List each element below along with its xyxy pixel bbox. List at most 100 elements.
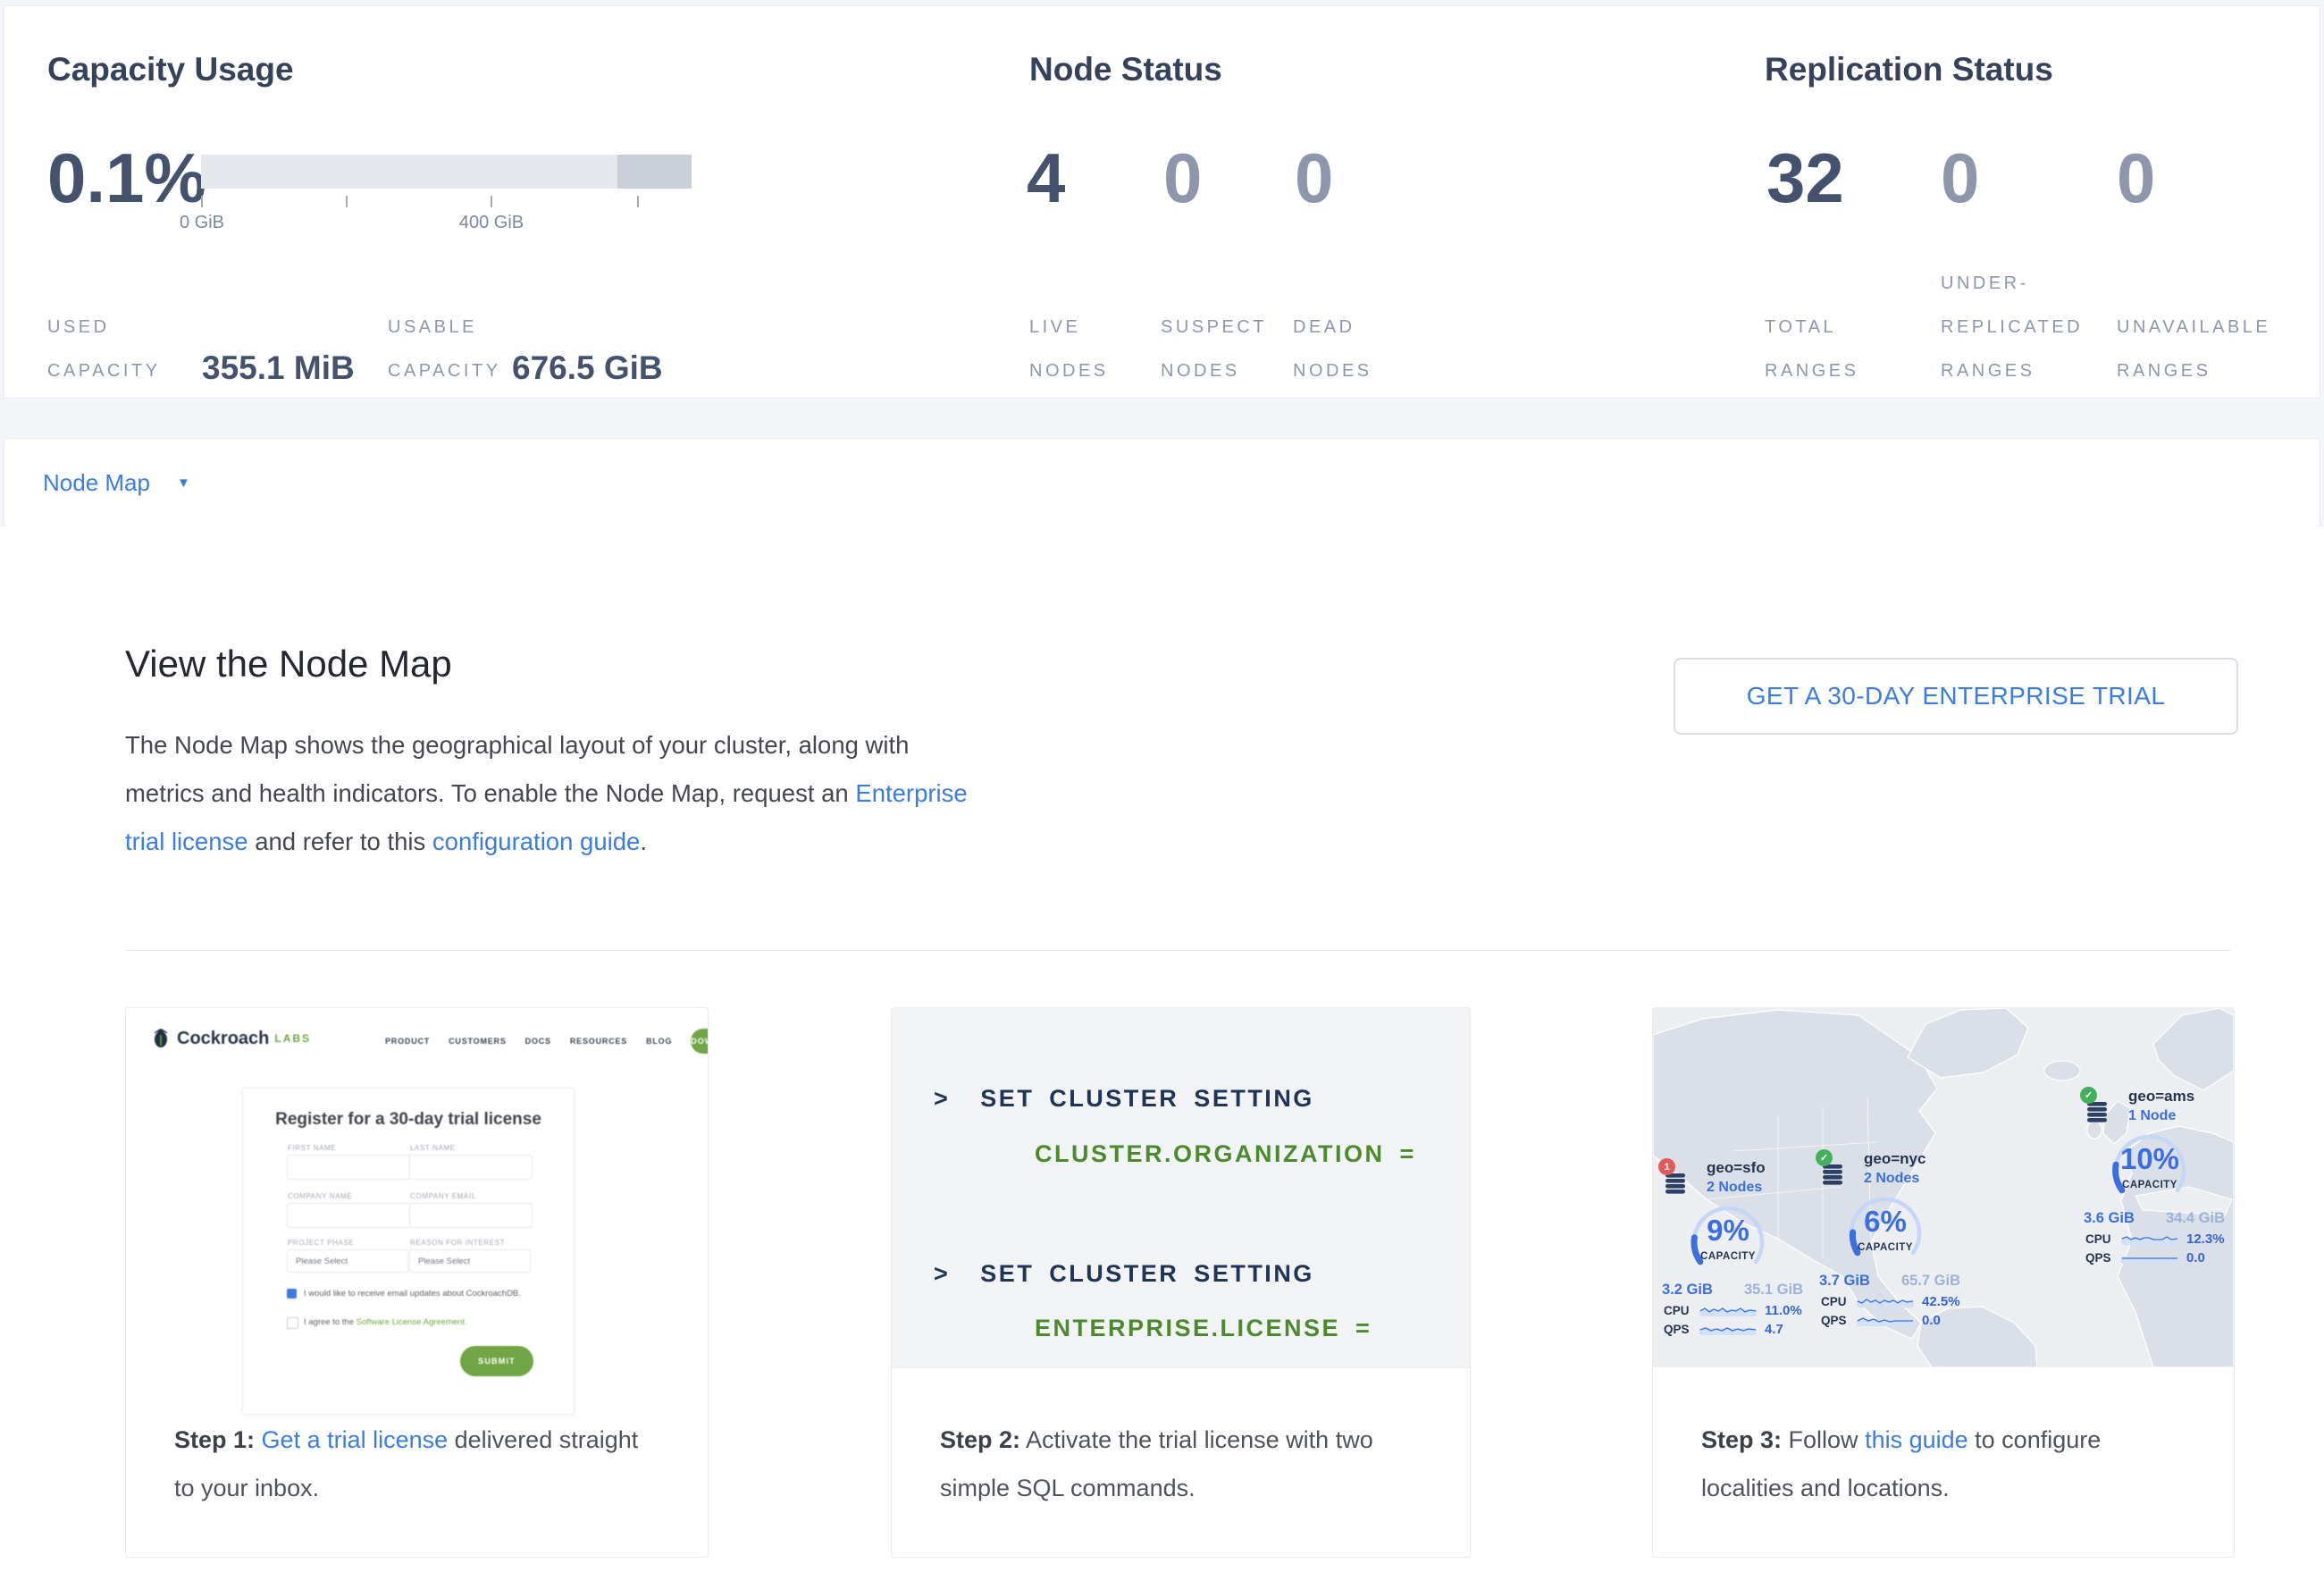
promo-end: . bbox=[640, 828, 647, 855]
replication-status-title: Replication Status bbox=[1765, 51, 2053, 88]
get-trial-license-link[interactable]: Get a trial license bbox=[262, 1426, 449, 1453]
node-map-promo-section: View the Node Map The Node Map shows the… bbox=[0, 526, 2324, 1589]
used-capacity-label: USED CAPACITY bbox=[47, 306, 177, 393]
enterprise-trial-license-link[interactable]: trial license bbox=[125, 828, 248, 855]
promo-line1: The Node Map shows the geographical layo… bbox=[125, 731, 909, 759]
locality-node-count: 1 Node bbox=[2128, 1108, 2176, 1124]
capacity-bar-reserved-segment bbox=[617, 155, 692, 189]
capacity-range: 3.7 GiB 65.7 GiB bbox=[1819, 1273, 1960, 1290]
node-map-screenshot: 1 geo=sfo 2 Nodes 9% CAPACITY bbox=[1653, 1008, 2234, 1367]
site-nav-resources: RESOURCES bbox=[570, 1037, 627, 1046]
locality-nyc: ✓ geo=nyc 2 Nodes 6% CAPACITY bbox=[1819, 1149, 1960, 1328]
license-agreement-checkbox bbox=[287, 1317, 298, 1329]
locality-node-count: 2 Nodes bbox=[1864, 1171, 1919, 1187]
capacity-gauge: 10% CAPACITY bbox=[2100, 1130, 2200, 1206]
step-2-label: Step 2: bbox=[940, 1426, 1020, 1453]
total-ranges-count: 32 bbox=[1766, 142, 1844, 214]
last-name-field bbox=[409, 1155, 533, 1180]
usable-capacity-value: 676.5 GiB bbox=[512, 349, 663, 387]
this-guide-link[interactable]: this guide bbox=[1865, 1426, 1968, 1453]
software-license-agreement-link: Software License Agreement. bbox=[357, 1317, 467, 1327]
site-nav-customers: CUSTOMERS bbox=[449, 1037, 507, 1046]
site-nav-docs: DOCS bbox=[525, 1037, 551, 1046]
project-phase-label: PROJECT PHASE bbox=[288, 1239, 354, 1247]
qps-row: QPS 4.7 bbox=[1664, 1322, 1803, 1336]
warning-badge-icon: 1 bbox=[1658, 1158, 1675, 1175]
qps-sparkline bbox=[1699, 1323, 1757, 1335]
qps-sparkline bbox=[1857, 1314, 1914, 1326]
capacity-axis-tick bbox=[346, 196, 348, 207]
step-3-card: 1 geo=sfo 2 Nodes 9% CAPACITY bbox=[1652, 1007, 2235, 1558]
sql-command: SET CLUSTER SETTING bbox=[980, 1085, 1314, 1112]
cpu-row: CPU 11.0% bbox=[1664, 1303, 1803, 1317]
cpu-row: CPU 42.5% bbox=[1821, 1294, 1960, 1308]
node-map-dropdown[interactable]: Node Map bbox=[43, 469, 150, 497]
qps-sparkline bbox=[2121, 1251, 2178, 1264]
locality-sfo: 1 geo=sfo 2 Nodes 9% CAPACITY bbox=[1662, 1158, 1803, 1337]
locality-ams: ✓ geo=ams 1 Node 10% CAPACITY bbox=[2084, 1087, 2225, 1265]
check-badge-icon: ✓ bbox=[1816, 1149, 1833, 1166]
trial-registration-screenshot: Cockroach LABS PRODUCT CUSTOMERS DOCS RE… bbox=[126, 1008, 708, 1419]
node-status-title: Node Status bbox=[1029, 51, 1222, 88]
step-2-card: > SET CLUSTER SETTING CLUSTER.ORGANIZATI… bbox=[891, 1007, 1471, 1558]
cpu-sparkline bbox=[1699, 1304, 1757, 1316]
capacity-percent: 10% bbox=[2100, 1142, 2200, 1176]
cockroach-icon bbox=[151, 1028, 171, 1049]
capacity-gauge: 9% CAPACITY bbox=[1678, 1201, 1778, 1278]
step-1-card: Cockroach LABS PRODUCT CUSTOMERS DOCS RE… bbox=[125, 1007, 709, 1558]
site-download-button: DOWNLOAD bbox=[691, 1029, 709, 1054]
capacity-range: 3.2 GiB 35.1 GiB bbox=[1662, 1282, 1803, 1299]
company-name-label: COMPANY NAME bbox=[288, 1192, 352, 1200]
license-agreement-pre: I agree to the bbox=[304, 1317, 357, 1327]
capacity-percent: 9% bbox=[1678, 1214, 1778, 1248]
locality-name: geo=sfo bbox=[1707, 1159, 1766, 1177]
dead-nodes-count: 0 bbox=[1295, 142, 1333, 214]
section-divider bbox=[125, 950, 2231, 951]
capacity-bar bbox=[201, 155, 692, 189]
usable-capacity-label: USABLE CAPACITY bbox=[388, 306, 531, 393]
capacity-used-percent: 0.1% bbox=[47, 142, 206, 214]
first-name-label: FIRST NAME bbox=[288, 1144, 336, 1152]
capacity-usage-title: Capacity Usage bbox=[47, 51, 294, 88]
reason-label: REASON FOR INTEREST bbox=[410, 1239, 505, 1247]
registration-form-title: Register for a 30-day trial license bbox=[243, 1110, 574, 1130]
get-enterprise-trial-button[interactable]: GET A 30-DAY ENTERPRISE TRIAL bbox=[1674, 658, 2238, 735]
sql-prompt: > bbox=[934, 1085, 950, 1112]
cpu-row: CPU 12.3% bbox=[2085, 1232, 2225, 1246]
locality-node-count: 2 Nodes bbox=[1707, 1180, 1762, 1196]
step-3-caption: Step 3: Follow this guide to configurelo… bbox=[1701, 1416, 2203, 1512]
site-nav: PRODUCT CUSTOMERS DOCS RESOURCES BLOG DO… bbox=[385, 1026, 677, 1056]
check-badge-icon: ✓ bbox=[2080, 1087, 2097, 1104]
dead-nodes-label: DEAD NODES bbox=[1293, 306, 1391, 393]
capacity-axis-tick bbox=[491, 196, 492, 207]
locality-name: geo=nyc bbox=[1864, 1150, 1925, 1168]
sql-setting-license: ENTERPRISE.LICENSE = bbox=[1035, 1315, 1372, 1341]
email-updates-checkbox bbox=[287, 1289, 297, 1299]
email-updates-text: I would like to receive email updates ab… bbox=[304, 1289, 521, 1299]
last-name-label: LAST NAME bbox=[410, 1144, 456, 1152]
live-nodes-label: LIVE NODES bbox=[1029, 306, 1128, 393]
configuration-guide-link[interactable]: configuration guide bbox=[432, 828, 640, 855]
capacity-label: CAPACITY bbox=[1678, 1251, 1778, 1262]
cluster-summary-bar: Capacity Usage 0.1% 0 GiB 400 GiB USED C… bbox=[4, 5, 2320, 399]
sql-prompt: > bbox=[934, 1260, 950, 1287]
reason-select: Please Select bbox=[409, 1249, 531, 1273]
used-capacity-value: 355.1 MiB bbox=[202, 349, 355, 387]
chevron-down-icon[interactable]: ▼ bbox=[177, 475, 190, 491]
unavailable-ranges-count: 0 bbox=[2117, 142, 2155, 214]
cpu-sparkline bbox=[1857, 1295, 1914, 1307]
under-replicated-ranges-label: UNDER-REPLICATED RANGES bbox=[1941, 262, 2115, 393]
sql-command: SET CLUSTER SETTING bbox=[980, 1260, 1314, 1287]
sql-commands-screenshot: > SET CLUSTER SETTING CLUSTER.ORGANIZATI… bbox=[892, 1008, 1470, 1368]
first-name-field bbox=[287, 1155, 410, 1180]
live-nodes-count: 4 bbox=[1027, 142, 1065, 214]
under-replicated-ranges-count: 0 bbox=[1941, 142, 1979, 214]
suspect-nodes-label: SUSPECT NODES bbox=[1161, 306, 1286, 393]
step-1-label: Step 1: bbox=[174, 1426, 255, 1453]
step-2-caption: Step 2: Activate the trial license with … bbox=[940, 1416, 1439, 1512]
enterprise-trial-license-link[interactable]: Enterprise bbox=[855, 779, 967, 807]
capacity-percent: 6% bbox=[1835, 1205, 1935, 1239]
step-1-caption: Step 1: Get a trial license delivered st… bbox=[174, 1416, 677, 1512]
qps-row: QPS 0.0 bbox=[2085, 1250, 2225, 1265]
total-ranges-label: TOTAL RANGES bbox=[1765, 306, 1885, 393]
